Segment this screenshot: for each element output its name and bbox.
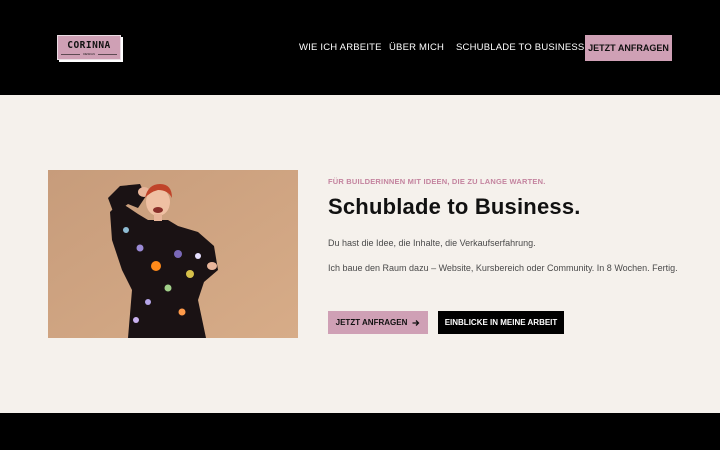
hero-paragraph-1: Du hast die Idee, die Inhalte, die Verka… [328,238,536,248]
footer-band [0,413,720,450]
jetzt-anfragen-label: JETZT ANFRAGEN [335,318,408,327]
arrow-right-icon [412,319,420,326]
portrait-illustration [48,170,298,338]
logo-rule-right [97,53,118,55]
hero-eyebrow: FÜR BUILDERINNEN MIT IDEEN, DIE ZU LANGE… [328,177,546,186]
header-cta-button[interactable]: JETZT ANFRAGEN [585,35,672,61]
hero-paragraph-2: Ich baue den Raum dazu – Website, Kursbe… [328,263,678,273]
logo-rule-left [61,53,81,55]
einblicke-button[interactable]: EINBLICKE IN MEINE ARBEIT [438,311,564,334]
nav-link-schublade-to-business[interactable]: SCHUBLADE TO BUSINESS [456,42,584,53]
nav-link-ueber-mich[interactable]: ÜBER MICH [389,42,444,53]
hero-portrait-photo [48,170,298,338]
hero-title: Schublade to Business. [328,194,581,219]
logo-text: CORINNA [67,40,111,51]
logo-subtext: DESIGN [83,52,95,56]
site-header: CORINNA DESIGN WIE ICH ARBEITE ÜBER MICH… [0,0,720,95]
nav-link-wie-ich-arbeite[interactable]: WIE ICH ARBEITE [299,42,382,53]
logo[interactable]: CORINNA DESIGN [57,35,121,60]
jetzt-anfragen-button[interactable]: JETZT ANFRAGEN [328,311,428,334]
logo-subline: DESIGN [61,52,118,56]
